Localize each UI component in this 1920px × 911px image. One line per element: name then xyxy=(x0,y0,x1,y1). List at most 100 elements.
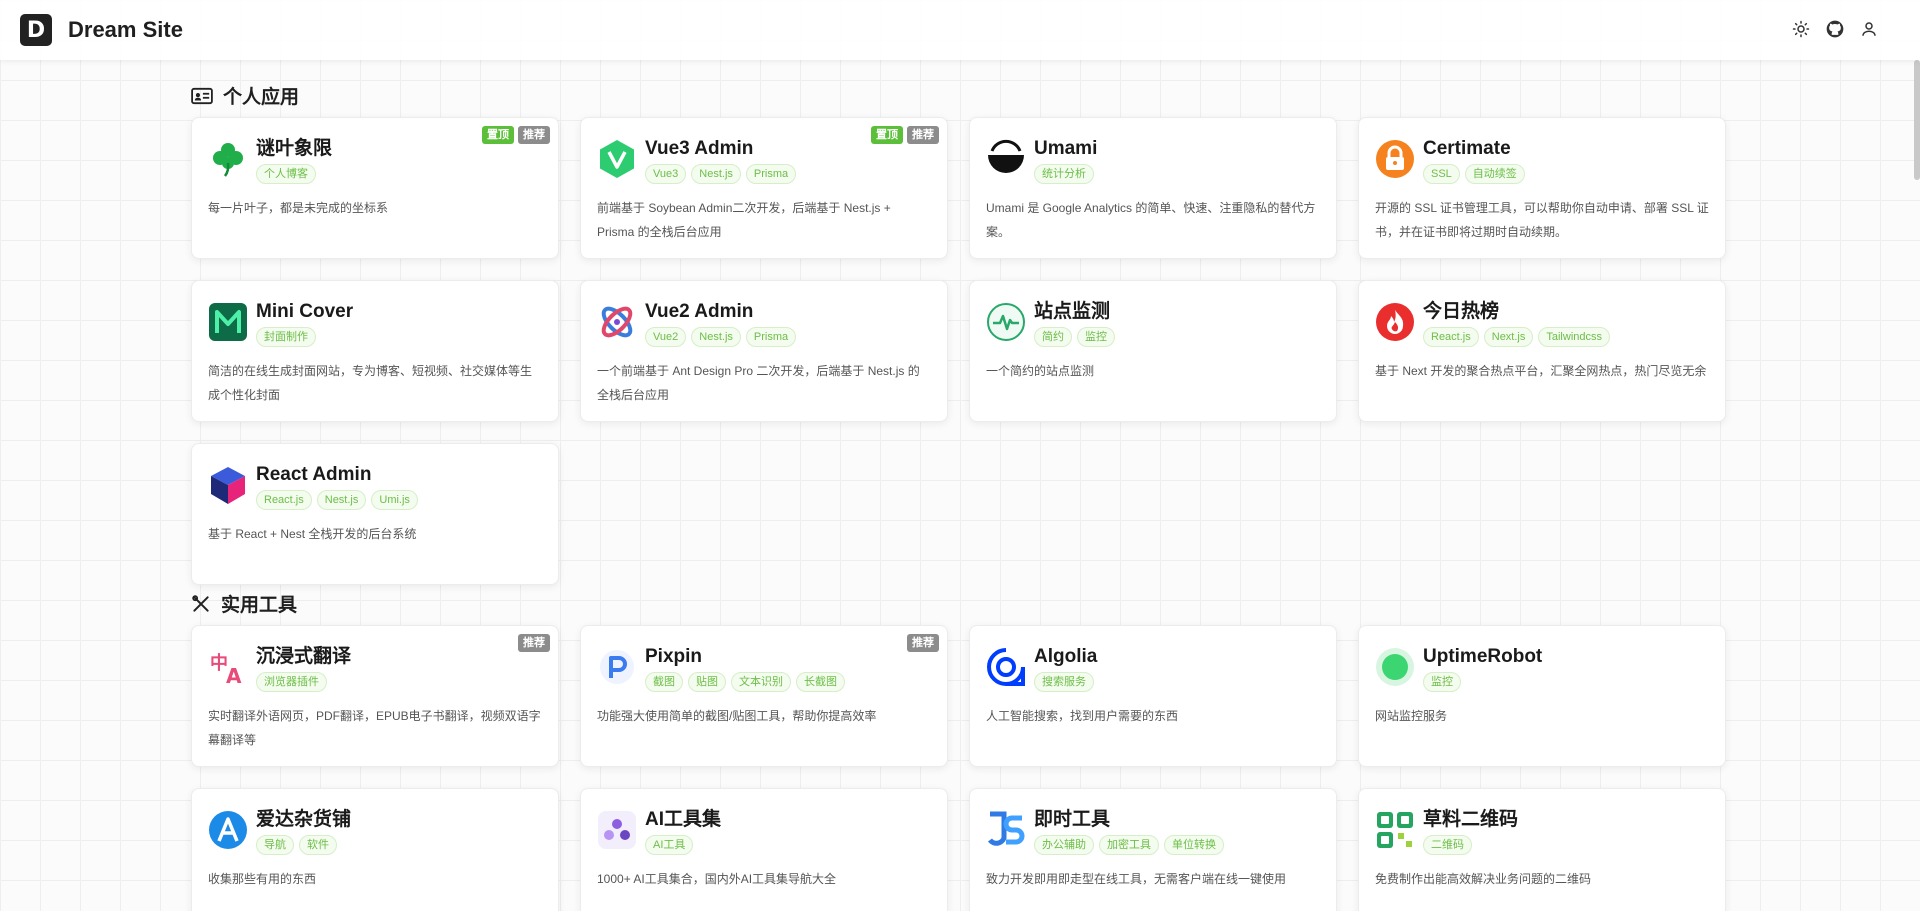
logo-letter: D xyxy=(26,17,46,43)
card-name: 谜叶象限 xyxy=(256,138,333,159)
card-name: 沉浸式翻译 xyxy=(256,646,352,667)
pixpin-icon xyxy=(597,647,637,687)
tag: 软件 xyxy=(299,835,337,855)
section-title-text: 个人应用 xyxy=(223,87,300,108)
tag: Vue2 xyxy=(645,327,687,347)
tag: 封面制作 xyxy=(256,327,316,347)
card-description: 致力开发即用即走型在线工具，无需客户端在线一键使用 xyxy=(986,872,1287,886)
card-badges: 置顶 推荐 xyxy=(871,126,939,144)
qr-icon xyxy=(1375,810,1415,850)
card-description: 收集那些有用的东西 xyxy=(208,872,317,886)
card-badges: 推荐 xyxy=(907,634,939,652)
site-title[interactable]: Dream Site xyxy=(68,17,183,43)
card-tags: AI工具 xyxy=(645,835,721,855)
tag: Umi.js xyxy=(371,490,418,510)
app-card-site-monitor[interactable]: 站点监测 简约 监控 一个简约的站点监测 xyxy=(969,280,1337,422)
tool-card-aida-store[interactable]: 爱达杂货铺 导航 软件 收集那些有用的东西 xyxy=(191,788,559,911)
card-tags: 监控 xyxy=(1423,672,1542,692)
card-name: 站点监测 xyxy=(1034,301,1111,322)
tag: Nest.js xyxy=(691,327,741,347)
section-title-personal: 个人应用 xyxy=(191,82,299,109)
app-card-certimate[interactable]: Certimate SSL 自动续签 开源的 SSL 证书管理工具，可以帮助你自… xyxy=(1358,117,1726,259)
app-card-vue2-admin[interactable]: Vue2 Admin Vue2 Nest.js Prisma 一个前端基于 An… xyxy=(580,280,948,422)
scrollbar[interactable] xyxy=(1914,60,1920,180)
tag: 个人博客 xyxy=(256,164,316,184)
pinned-badge: 置顶 xyxy=(871,126,903,144)
sun-icon[interactable] xyxy=(1790,18,1812,40)
umami-bowl-icon xyxy=(986,139,1026,179)
id-card-icon xyxy=(191,87,213,104)
tag: 截图 xyxy=(645,672,683,692)
card-description: 功能强大使用简单的截图/贴图工具，帮助你提高效率 xyxy=(597,709,877,723)
card-tags: 浏览器插件 xyxy=(256,672,351,692)
tool-card-uptimerobot[interactable]: UptimeRobot 监控 网站监控服务 xyxy=(1358,625,1726,767)
tag: Prisma xyxy=(745,327,797,347)
tag: SSL xyxy=(1423,164,1460,184)
tag: 简约 xyxy=(1034,327,1072,347)
user-icon[interactable] xyxy=(1858,18,1880,40)
tag: Next.js xyxy=(1483,327,1534,347)
heartbeat-icon xyxy=(986,302,1026,342)
card-description: 基于 React + Nest 全栈开发的后台系统 xyxy=(208,527,417,541)
card-name: 即时工具 xyxy=(1034,809,1111,830)
svg-text:A: A xyxy=(226,664,242,687)
site-logo[interactable]: D xyxy=(20,14,52,46)
card-tags: 搜索服务 xyxy=(1034,672,1097,692)
card-name: React Admin xyxy=(256,464,372,485)
recommended-badge: 推荐 xyxy=(907,634,939,652)
card-tags: Vue3 Nest.js Prisma xyxy=(645,164,797,184)
flame-icon xyxy=(1375,302,1415,342)
card-description: 每一片叶子，都是未完成的坐标系 xyxy=(208,201,389,215)
vue-hexagon-icon xyxy=(597,139,637,179)
card-description: 实时翻译外语网页，PDF翻译，EPUB电子书翻译，视频双语字幕翻译等 xyxy=(208,709,541,747)
app-card-daily-hot[interactable]: 今日热榜 React.js Next.js Tailwindcss 基于 Nex… xyxy=(1358,280,1726,422)
recommended-badge: 推荐 xyxy=(518,634,550,652)
tag: React.js xyxy=(1423,327,1479,347)
tag: 长截图 xyxy=(796,672,845,692)
github-icon[interactable] xyxy=(1824,18,1846,40)
tool-card-ai-tools[interactable]: AI工具集 AI工具 1000+ AI工具集合，国内外AI工具集导航大全 xyxy=(580,788,948,911)
tools-grid: 推荐 中A 沉浸式翻译 浏览器插件 实时翻译外语网页，PDF翻译，EPUB电子书… xyxy=(191,625,1727,911)
m-logo-icon xyxy=(208,302,248,342)
tag: Tailwindcss xyxy=(1538,327,1611,347)
app-card-umami[interactable]: Umami 统计分析 Umami 是 Google Analytics 的简单、… xyxy=(969,117,1337,259)
tag: 导航 xyxy=(256,835,294,855)
tag: Nest.js xyxy=(691,164,741,184)
card-description: Umami 是 Google Analytics 的简单、快速、注重隐私的替代方… xyxy=(986,201,1316,239)
card-name: 草料二维码 xyxy=(1423,809,1519,830)
cube-icon xyxy=(208,465,248,505)
card-tags: 办公辅助 加密工具 单位转换 xyxy=(1034,835,1224,855)
card-description: 1000+ AI工具集合，国内外AI工具集导航大全 xyxy=(597,872,837,886)
card-name: 今日热榜 xyxy=(1423,301,1500,322)
tool-card-pixpin[interactable]: 推荐 Pixpin 截图 贴图 文本识别 长截图 功能强大使用简单的截图/贴图工… xyxy=(580,625,948,767)
card-name: Pixpin xyxy=(645,646,703,667)
tag: 贴图 xyxy=(688,672,726,692)
card-description: 人工智能搜索，找到用户需要的东西 xyxy=(986,709,1179,723)
tool-card-algolia[interactable]: Algolia 搜索服务 人工智能搜索，找到用户需要的东西 xyxy=(969,625,1337,767)
tag: Vue3 xyxy=(645,164,687,184)
recommended-badge: 推荐 xyxy=(907,126,939,144)
app-card-vue3-admin[interactable]: 置顶 推荐 Vue3 Admin Vue3 Nest.js Prisma 前端基… xyxy=(580,117,948,259)
card-name: AI工具集 xyxy=(645,809,722,830)
tag: 监控 xyxy=(1423,672,1461,692)
card-description: 基于 Next 开发的聚合热点平台，汇聚全网热点，热门尽览无余 xyxy=(1375,364,1707,378)
app-card-react-admin[interactable]: React Admin React.js Nest.js Umi.js 基于 R… xyxy=(191,443,559,585)
tag: Prisma xyxy=(745,164,797,184)
tool-card-caoliao-qr[interactable]: 草料二维码 二维码 免费制作出能高效解决业务问题的二维码 xyxy=(1358,788,1726,911)
tool-card-immersive-translate[interactable]: 推荐 中A 沉浸式翻译 浏览器插件 实时翻译外语网页，PDF翻译，EPUB电子书… xyxy=(191,625,559,767)
card-tags: 封面制作 xyxy=(256,327,353,347)
card-name: Vue3 Admin xyxy=(645,138,754,159)
card-name: Vue2 Admin xyxy=(645,301,754,322)
card-name: Mini Cover xyxy=(256,301,354,322)
card-tags: React.js Nest.js Umi.js xyxy=(256,490,418,510)
tool-card-instant-tools[interactable]: 即时工具 办公辅助 加密工具 单位转换 致力开发即用即走型在线工具，无需客户端在… xyxy=(969,788,1337,911)
app-card-miye[interactable]: 置顶 推荐 谜叶象限 个人博客 每一片叶子，都是未完成的坐标系 xyxy=(191,117,559,259)
tag: React.js xyxy=(256,490,312,510)
knot-icon xyxy=(597,302,637,342)
card-tags: 导航 软件 xyxy=(256,835,351,855)
tag: Nest.js xyxy=(316,490,367,510)
app-card-mini-cover[interactable]: Mini Cover 封面制作 简洁的在线生成封面网站，专为博客、短视频、社交媒… xyxy=(191,280,559,422)
card-description: 前端基于 Soybean Admin二次开发，后端基于 Nest.js + Pr… xyxy=(597,201,891,239)
card-badges: 置顶 推荐 xyxy=(482,126,550,144)
tag: 搜索服务 xyxy=(1034,672,1094,692)
